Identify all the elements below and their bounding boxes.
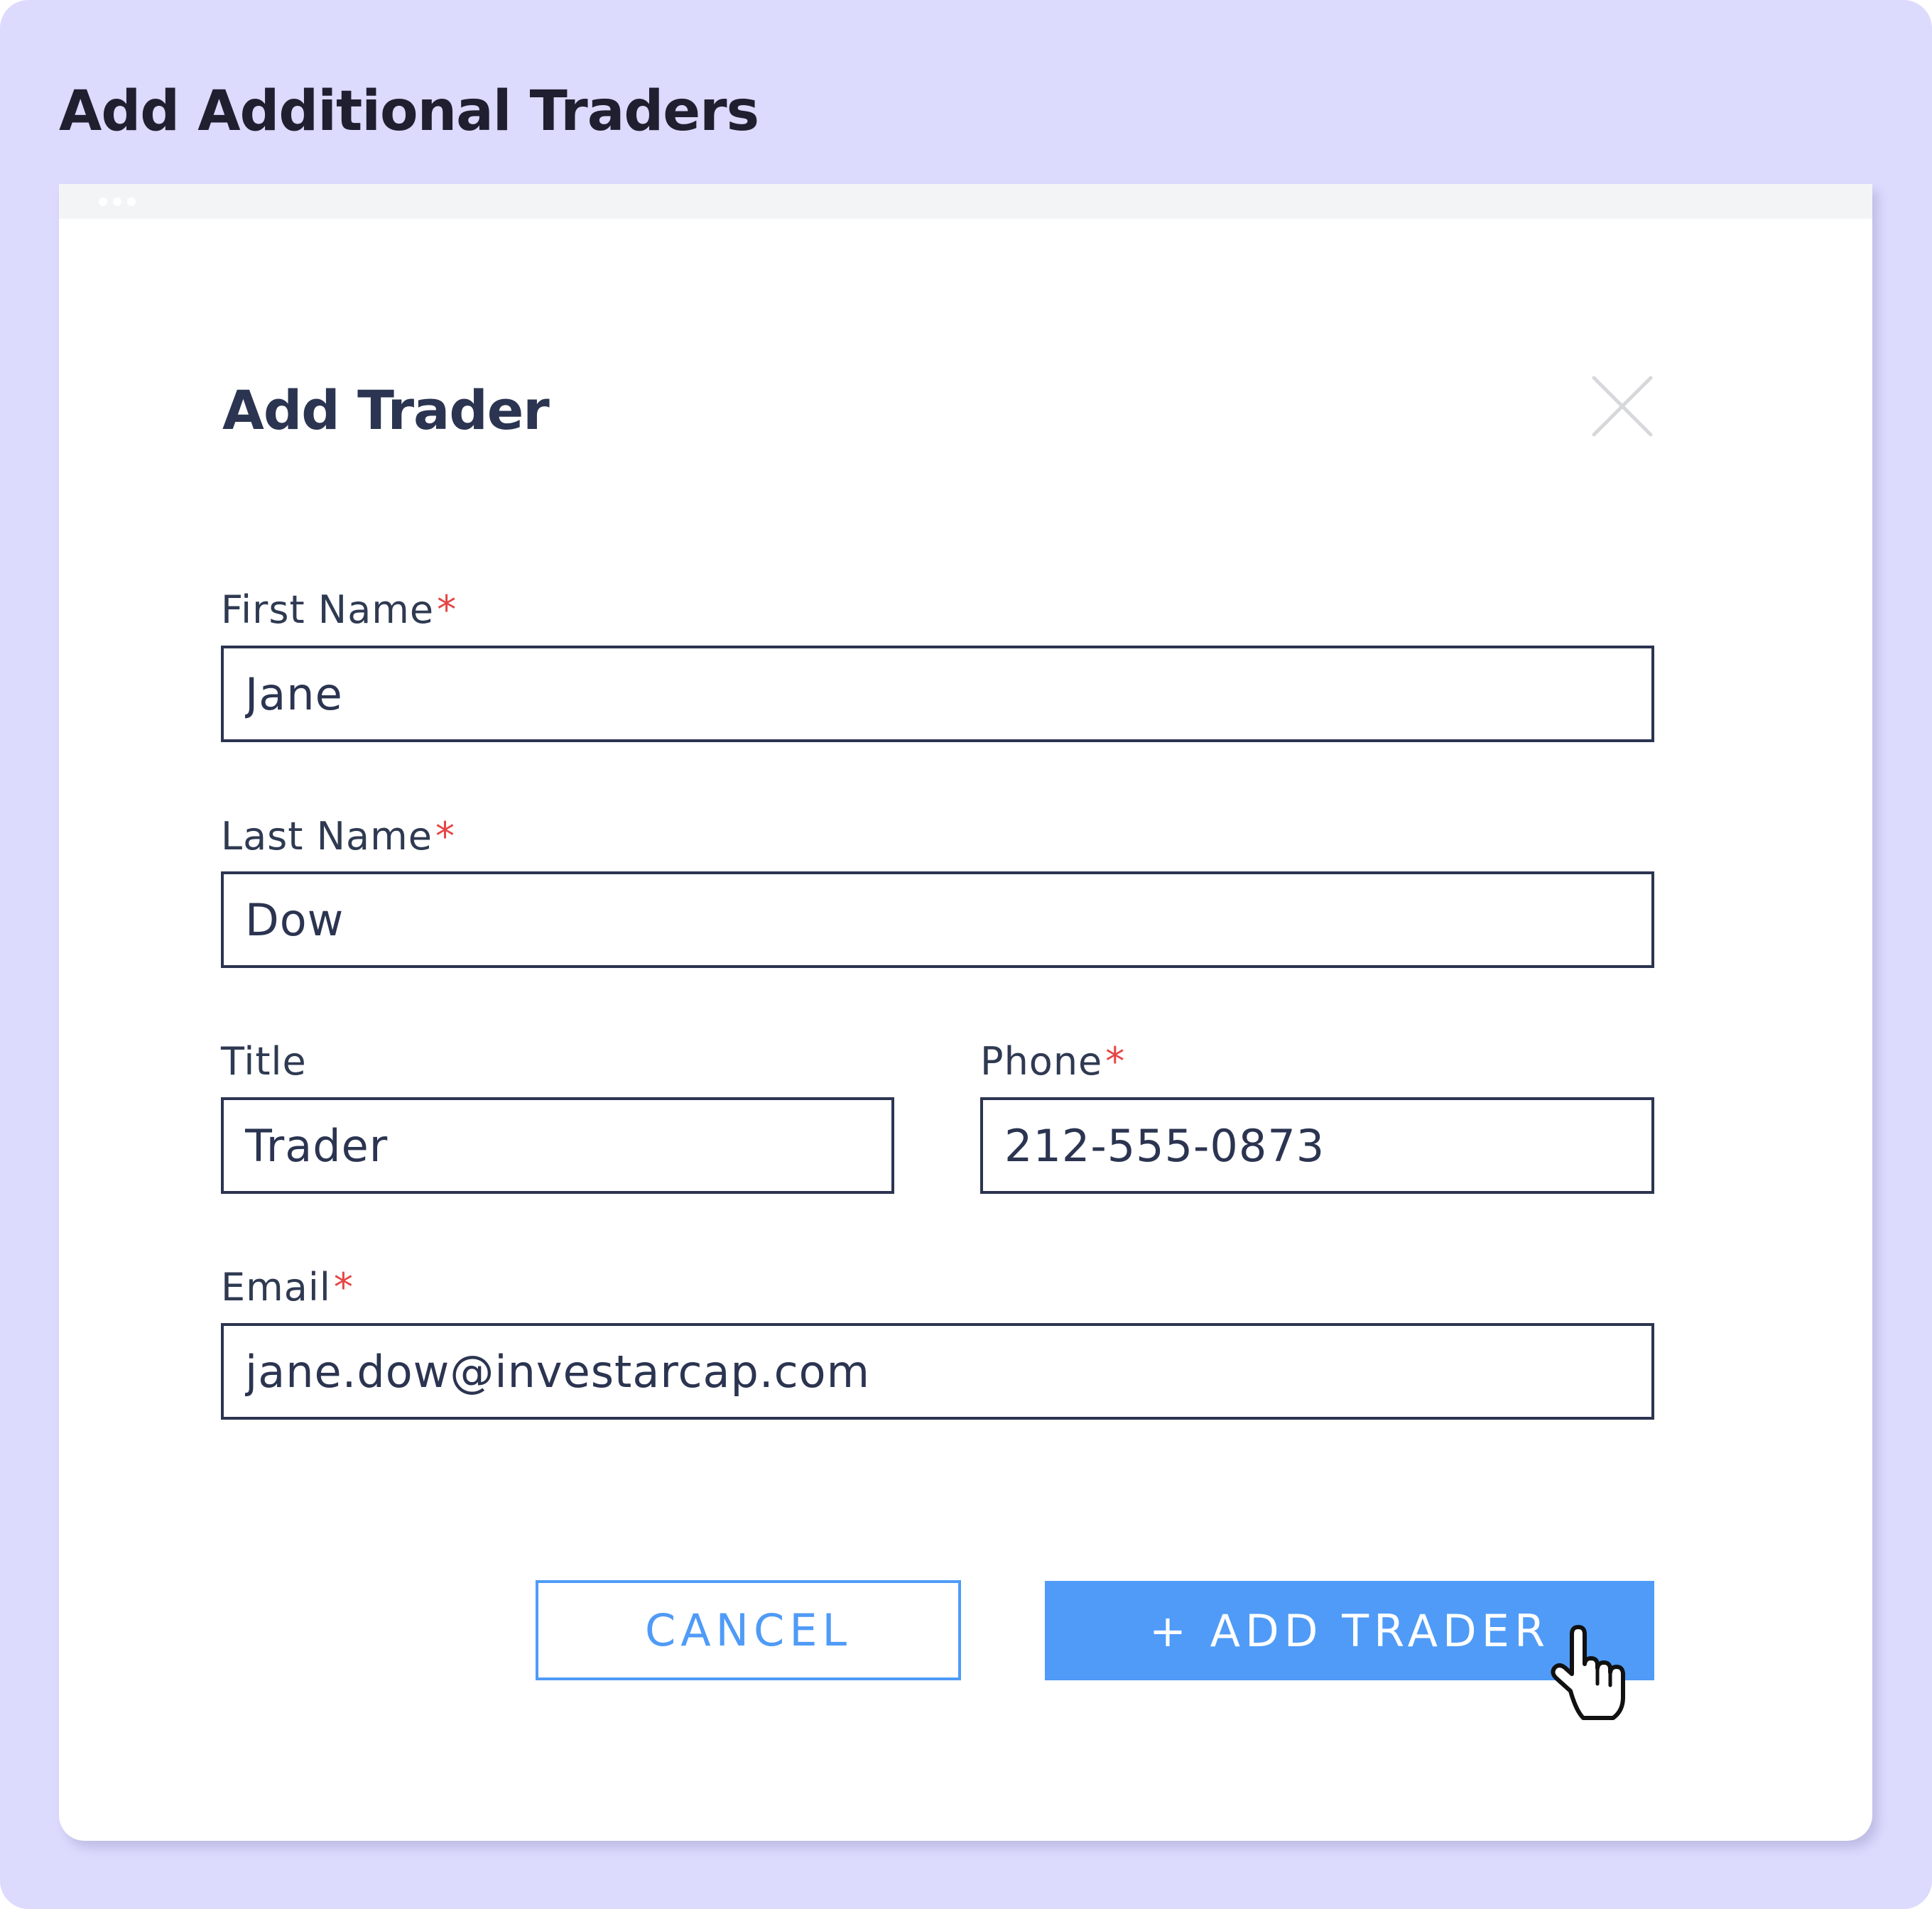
first-name-label-text: First Name	[221, 587, 435, 632]
last-name-input[interactable]	[221, 871, 1654, 968]
dialog-title: Add Trader	[222, 379, 550, 442]
window-title-bar	[59, 184, 1872, 219]
title-label-text: Title	[221, 1039, 307, 1084]
close-icon[interactable]	[1588, 372, 1656, 440]
required-asterisk: *	[437, 587, 457, 632]
page-background: Add Additional Traders Add Trader First …	[0, 0, 1932, 1909]
phone-label: Phone*	[980, 1037, 1125, 1087]
cancel-button[interactable]: CANCEL	[536, 1580, 961, 1680]
first-name-input[interactable]	[221, 646, 1654, 742]
email-label-text: Email	[221, 1265, 331, 1310]
window-control-dot-icon[interactable]	[113, 197, 121, 206]
email-input[interactable]	[221, 1323, 1654, 1420]
required-asterisk: *	[333, 1265, 354, 1310]
first-name-label: First Name*	[221, 585, 457, 635]
last-name-label-text: Last Name	[221, 814, 433, 859]
required-asterisk: *	[435, 814, 455, 859]
pointer-hand-icon	[1545, 1623, 1634, 1722]
title-input[interactable]	[221, 1097, 894, 1194]
email-label: Email*	[221, 1263, 354, 1312]
title-label: Title	[221, 1037, 307, 1087]
last-name-label: Last Name*	[221, 812, 455, 861]
phone-label-text: Phone	[980, 1039, 1103, 1084]
required-asterisk: *	[1105, 1039, 1126, 1084]
phone-input[interactable]	[980, 1097, 1654, 1194]
window-control-dot-icon[interactable]	[127, 197, 136, 206]
page-title: Add Additional Traders	[59, 80, 759, 143]
window-control-dot-icon[interactable]	[99, 197, 107, 206]
